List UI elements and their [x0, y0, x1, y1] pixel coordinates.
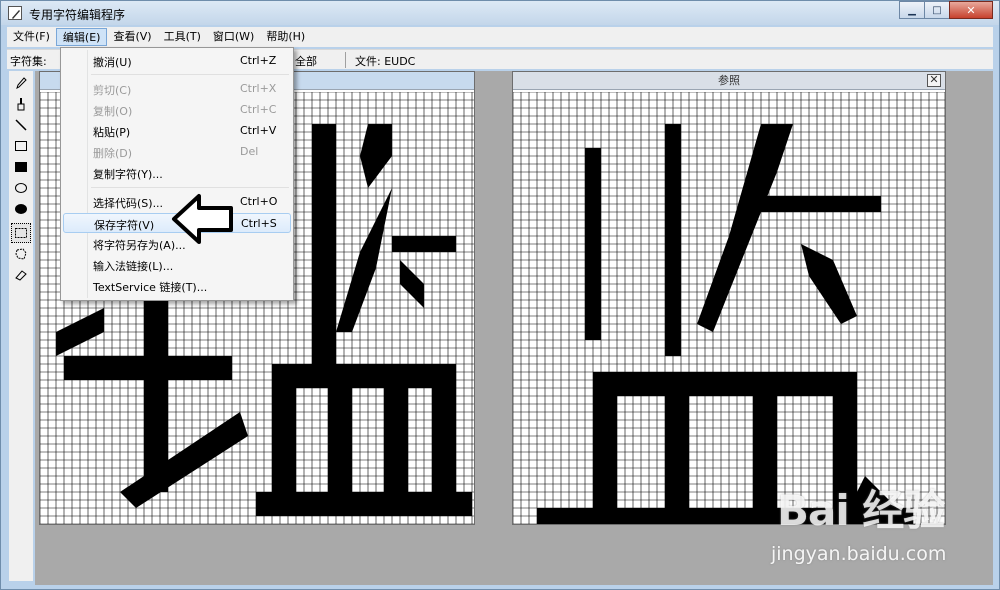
title-bar[interactable]: 专用字符编辑程序 ▁ □ ✕: [1, 1, 999, 25]
hollow-rect-icon[interactable]: [11, 136, 31, 156]
menu-item-label: 输入法链接(L)...: [93, 260, 174, 273]
menu-view[interactable]: 查看(V): [107, 28, 157, 46]
menu-item-shortcut: Ctrl+C: [240, 103, 277, 116]
menu-item-textservice-link[interactable]: TextService 链接(T)...: [63, 276, 291, 296]
hollow-ellipse-icon[interactable]: [11, 178, 31, 198]
menu-item-shortcut: Ctrl+S: [241, 217, 277, 230]
close-button[interactable]: ✕: [949, 1, 993, 19]
menu-item-label: 选择代码(S)...: [93, 197, 164, 210]
menu-item-label: 剪切(C): [93, 84, 132, 97]
edit-menu-dropdown: 撤消(U) Ctrl+Z 剪切(C) Ctrl+X 复制(O) Ctrl+C 粘贴(P…: [60, 47, 294, 301]
menu-item-label: 复制字符(Y)...: [93, 168, 163, 181]
pencil-icon[interactable]: [11, 73, 31, 93]
menu-item-label: TextService 链接(T)...: [93, 281, 208, 294]
watermark-url: jingyan.baidu.com: [771, 543, 947, 565]
menu-item-label: 撤消(U): [93, 56, 132, 69]
freeform-select-icon[interactable]: [11, 244, 31, 264]
menu-window[interactable]: 窗口(W): [207, 28, 260, 46]
menu-separator: [91, 187, 289, 188]
menu-item-shortcut: Ctrl+O: [240, 195, 278, 208]
menu-file[interactable]: 文件(F): [7, 28, 56, 46]
charset-value: 全部: [295, 55, 317, 68]
app-window: 专用字符编辑程序 ▁ □ ✕ 文件(F) 编辑(E) 查看(V) 工具(T) 窗…: [0, 0, 1000, 590]
left-arrow-annotation-icon: [172, 194, 233, 244]
menu-item-label: 删除(D): [93, 147, 133, 160]
glyph-stroke: [328, 388, 352, 492]
menu-item-shortcut: Del: [240, 145, 259, 158]
brush-icon[interactable]: [11, 94, 31, 114]
watermark-brand: Bai 经验: [777, 486, 945, 535]
menu-item-shortcut: Ctrl+V: [240, 124, 277, 137]
menu-bar: 文件(F) 编辑(E) 查看(V) 工具(T) 窗口(W) 帮助(H): [7, 27, 993, 47]
line-icon[interactable]: [11, 115, 31, 135]
menu-tools[interactable]: 工具(T): [158, 28, 207, 46]
glyph-stroke: [384, 388, 408, 492]
baidu-watermark: Bai 经验 jingyan.baidu.com: [761, 477, 961, 577]
reference-panel-titlebar: 参照 ✕: [513, 72, 945, 90]
filled-rect-icon[interactable]: [11, 157, 31, 177]
toolbox: [9, 71, 33, 581]
menu-item-paste[interactable]: 粘贴(P) Ctrl+V: [63, 121, 291, 141]
menu-item-shortcut: Ctrl+Z: [240, 54, 277, 67]
menu-help[interactable]: 帮助(H): [260, 28, 311, 46]
reference-pixel-grid: [513, 92, 945, 524]
menu-item-copy-character[interactable]: 复制字符(Y)...: [63, 163, 291, 183]
menu-item-label: 保存字符(V): [94, 219, 155, 232]
minimize-button[interactable]: ▁: [899, 1, 925, 19]
reference-panel-title: 参照: [718, 74, 740, 87]
menu-item-copy[interactable]: 复制(O) Ctrl+C: [63, 100, 291, 120]
glyph-stroke: [593, 372, 857, 396]
menu-item-delete[interactable]: 删除(D) Del: [63, 142, 291, 162]
info-separator: [345, 52, 346, 68]
glyph-stroke: [272, 364, 456, 388]
glyph-stroke: [256, 492, 472, 516]
maximize-button[interactable]: □: [924, 1, 950, 19]
file-label: 文件: EUDC: [355, 55, 416, 68]
reference-close-button[interactable]: ✕: [927, 74, 941, 87]
menu-item-ime-link[interactable]: 输入法链接(L)...: [63, 255, 291, 275]
eraser-icon[interactable]: [11, 265, 31, 285]
menu-item-cut[interactable]: 剪切(C) Ctrl+X: [63, 79, 291, 99]
menu-item-label: 粘贴(P): [93, 126, 131, 139]
menu-edit[interactable]: 编辑(E): [55, 28, 108, 46]
app-icon: [8, 6, 22, 20]
menu-item-label: 复制(O): [93, 105, 133, 118]
rect-select-icon[interactable]: [11, 223, 31, 243]
window-controls: ▁ □ ✕: [899, 1, 993, 19]
menu-item-shortcut: Ctrl+X: [240, 82, 277, 95]
glyph-stroke: [432, 388, 456, 492]
filled-ellipse-icon[interactable]: [11, 199, 31, 219]
window-title: 专用字符编辑程序: [29, 8, 126, 22]
menu-item-undo[interactable]: 撤消(U) Ctrl+Z: [63, 51, 291, 71]
charset-label: 字符集:: [10, 55, 47, 68]
reference-panel: 参照 ✕: [512, 71, 946, 525]
menu-separator: [91, 74, 289, 75]
glyph-stroke: [272, 388, 296, 492]
